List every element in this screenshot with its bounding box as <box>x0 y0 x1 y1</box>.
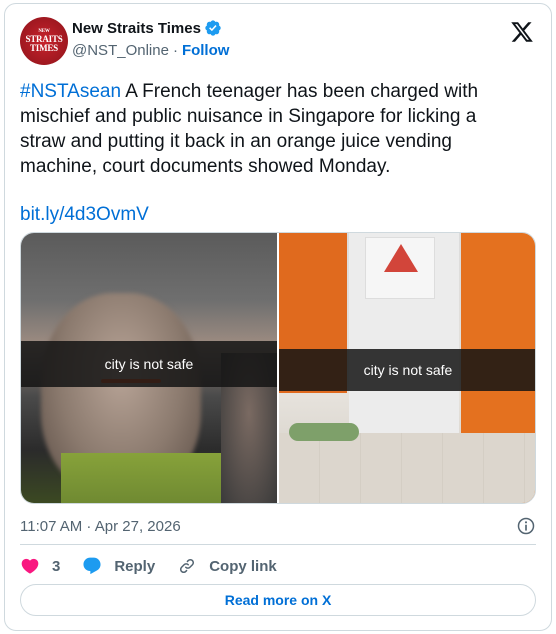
like-button[interactable]: 3 <box>20 556 60 576</box>
follow-button[interactable]: Follow <box>182 42 230 59</box>
like-count: 3 <box>52 557 61 575</box>
x-logo-icon[interactable] <box>510 20 534 44</box>
account-name[interactable]: New Straits Times <box>72 20 201 37</box>
poster-triangle <box>384 244 418 272</box>
tweet-header: NEW STRAITS TIMES New Straits Times @NST… <box>20 17 536 67</box>
timestamp[interactable]: 11:07 AM · Apr 27, 2026 <box>20 518 181 535</box>
reply-button[interactable]: Reply <box>82 556 155 576</box>
green-sticker <box>289 423 359 441</box>
copy-link-label: Copy link <box>209 557 277 575</box>
reply-bubble-icon <box>83 557 101 575</box>
tweet-card: NEW STRAITS TIMES New Straits Times @NST… <box>4 3 552 631</box>
verified-badge-icon <box>205 20 221 36</box>
read-more-button[interactable]: Read more on X <box>20 584 536 616</box>
separator-dot: · <box>172 42 178 59</box>
avatar[interactable]: NEW STRAITS TIMES <box>20 17 68 65</box>
tweet-body: #NSTAsean A French teenager has been cha… <box>20 79 525 179</box>
media-caption-left: city is not safe <box>104 356 194 372</box>
media-image-left[interactable]: city is not safe <box>21 233 277 503</box>
floor-tiles <box>279 433 535 503</box>
tweet-media[interactable]: city is not safe city is not safe <box>20 232 536 504</box>
media-caption-band-right: city is not safe <box>279 349 535 391</box>
green-vest <box>61 453 241 503</box>
heart-icon <box>21 558 39 574</box>
media-caption-right: city is not safe <box>363 362 453 378</box>
divider <box>20 544 536 545</box>
reply-label: Reply <box>114 557 156 575</box>
copy-link-button[interactable]: Copy link <box>177 556 277 576</box>
info-icon[interactable] <box>516 516 536 536</box>
avatar-logo-text: NEW STRAITS TIMES <box>25 29 63 53</box>
timestamp-row: 11:07 AM · Apr 27, 2026 <box>20 516 536 536</box>
account-handle[interactable]: @NST_Online <box>72 42 169 59</box>
machine-poster <box>365 237 435 299</box>
media-caption-band-left: city is not safe <box>21 341 277 387</box>
hashtag-link[interactable]: #NSTAsean <box>20 81 121 102</box>
action-bar: 3 Reply Copy link <box>20 553 299 579</box>
tweet-link[interactable]: bit.ly/4d3OvmV <box>20 202 149 227</box>
link-icon <box>180 558 195 574</box>
